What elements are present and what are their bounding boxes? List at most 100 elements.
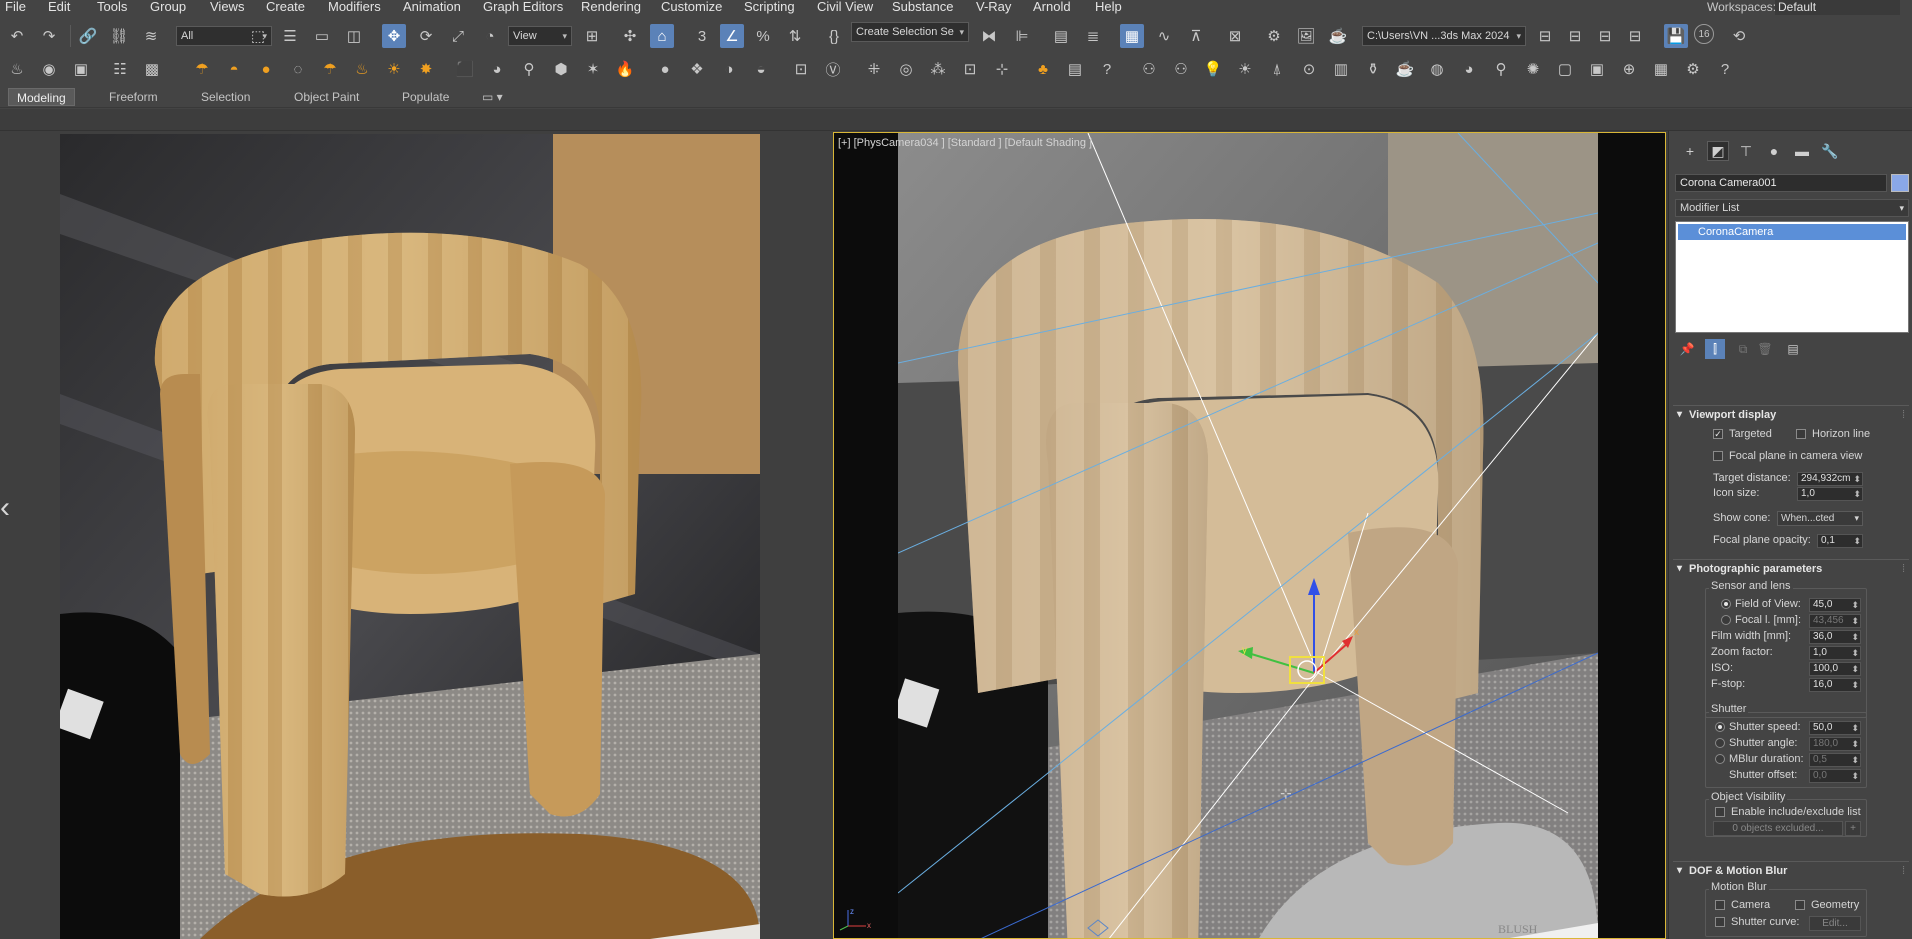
lamp-icon[interactable]: ⚙ <box>1681 57 1705 81</box>
tags-icon[interactable]: ▩ <box>140 57 164 81</box>
rollout-viewport-display[interactable]: Viewport display⁞ <box>1673 405 1909 424</box>
snap-target-icon[interactable]: ◎ <box>894 57 918 81</box>
zoom-factor-spinner[interactable]: 1,0 <box>1809 646 1861 660</box>
edit-named-selection-icon[interactable]: {} <box>822 24 846 48</box>
sun-sphere-icon[interactable]: ● <box>254 57 278 81</box>
teapot-render-icon[interactable]: ☕ <box>1393 57 1417 81</box>
toggle-ribbon-icon[interactable]: ▦ <box>1120 24 1144 48</box>
grid-snap-icon[interactable]: ⊹ <box>990 57 1014 81</box>
include-exclude-checkbox[interactable] <box>1715 807 1725 817</box>
percent-snap-icon[interactable]: % <box>751 24 775 48</box>
named-selection-dropdown[interactable]: Create Selection Se ▾ <box>851 22 969 42</box>
layer-explorer-icon[interactable]: ≣ <box>1081 24 1105 48</box>
film-width-spinner[interactable]: 36,0 <box>1809 630 1861 644</box>
hierarchy-tab-icon[interactable]: ⊤ <box>1735 141 1757 161</box>
bulb-icon[interactable]: 💡 <box>1201 57 1225 81</box>
box-primitive-icon[interactable]: ⬛ <box>453 57 477 81</box>
fov-spinner[interactable]: 45,0 <box>1809 598 1861 612</box>
shutter-curve-edit-button[interactable]: Edit... <box>1809 916 1861 931</box>
shutter-curve-checkbox[interactable] <box>1715 917 1725 927</box>
focal-plane-checkbox[interactable] <box>1713 451 1723 461</box>
menu-scripting[interactable]: Scripting <box>744 0 795 15</box>
menu-help[interactable]: Help <box>1095 0 1122 15</box>
light-icon-2[interactable]: ◓ <box>222 57 246 81</box>
project-icon-3[interactable]: ⊟ <box>1593 24 1617 48</box>
scatter-icon[interactable]: ⁂ <box>926 57 950 81</box>
add-excluded-button[interactable]: + <box>1845 821 1861 836</box>
project-icon-2[interactable]: ⊟ <box>1563 24 1587 48</box>
select-manipulate-icon[interactable]: ✣ <box>618 24 642 48</box>
iso-spinner[interactable]: 100,0 <box>1809 662 1861 676</box>
fov-radio[interactable] <box>1721 599 1731 609</box>
rendered-frame-window-icon[interactable]: 🖼 <box>1294 24 1318 48</box>
focal-length-radio[interactable] <box>1721 615 1731 625</box>
globe-icon[interactable]: ◍ <box>1425 57 1449 81</box>
blank-icon[interactable]: ◌ <box>286 57 310 81</box>
angle-snap-icon[interactable]: ∠ <box>720 24 744 48</box>
export-icon[interactable]: ⊡ <box>789 57 813 81</box>
select-rotate-icon[interactable]: ⟳ <box>414 24 438 48</box>
spinner-snap-icon[interactable]: ⇅ <box>783 24 807 48</box>
camera-icon[interactable]: ⚲ <box>517 57 541 81</box>
refresh-icon[interactable]: ⟲ <box>1727 24 1751 48</box>
material-slate-icon[interactable]: ◑ <box>717 57 741 81</box>
unlink-icon[interactable]: ⛓ <box>107 24 131 48</box>
bottle-icon[interactable]: ⚱ <box>1361 57 1385 81</box>
material-library-icon[interactable]: ◒ <box>749 57 773 81</box>
fstop-spinner[interactable]: 16,0 <box>1809 678 1861 692</box>
stack-item-corona-camera[interactable]: CoronaCamera <box>1678 224 1906 240</box>
image-icon[interactable]: ▣ <box>1585 57 1609 81</box>
sphere-primitive-icon[interactable]: ◕ <box>485 57 509 81</box>
object-color-swatch[interactable] <box>1891 174 1909 192</box>
menu-group[interactable]: Group <box>150 0 186 15</box>
workspace-dropdown[interactable]: Default <box>1775 0 1900 15</box>
save-icon[interactable]: 💾 <box>1664 24 1688 48</box>
horizon-line-checkbox[interactable] <box>1796 429 1806 439</box>
menu-arnold[interactable]: Arnold <box>1033 0 1071 15</box>
create-tab-icon[interactable]: + <box>1679 141 1701 161</box>
rollout-photographic-parameters[interactable]: Photographic parameters⁞ <box>1673 559 1909 578</box>
menu-vray[interactable]: V-Ray <box>976 0 1011 15</box>
menu-file[interactable]: File <box>5 0 26 15</box>
teapot-icon[interactable]: ♨ <box>5 57 29 81</box>
spot-light-icon[interactable]: ☂ <box>318 57 342 81</box>
shutter-speed-radio[interactable] <box>1715 722 1725 732</box>
object-name-field[interactable]: Corona Camera001 <box>1675 174 1887 192</box>
corona-icon-1[interactable]: ⚇ <box>1137 57 1161 81</box>
select-scale-icon[interactable]: ⤢ <box>446 24 470 48</box>
focal-length-spinner[interactable]: 43,456 <box>1809 614 1861 628</box>
box-icon[interactable]: ▣ <box>69 57 93 81</box>
tab-freeform[interactable]: Freeform <box>101 88 166 106</box>
chaos-icon[interactable]: ⊙ <box>1297 57 1321 81</box>
motion-blur-geometry-checkbox[interactable] <box>1795 900 1805 910</box>
menu-edit[interactable]: Edit <box>48 0 70 15</box>
mblur-duration-radio[interactable] <box>1715 754 1725 764</box>
targeted-checkbox[interactable]: ✓ <box>1713 429 1723 439</box>
icon-size-spinner[interactable]: 1,0 <box>1797 487 1863 501</box>
align-icon[interactable]: ⊫ <box>1010 24 1034 48</box>
material-ball-icon[interactable]: ● <box>653 57 677 81</box>
target-distance-spinner[interactable]: 294,932cm <box>1797 472 1863 486</box>
menu-graph-editors[interactable]: Graph Editors <box>483 0 563 15</box>
menu-modifiers[interactable]: Modifiers <box>328 0 381 15</box>
menu-views[interactable]: Views <box>210 0 244 15</box>
bind-space-warp-icon[interactable]: ≋ <box>139 24 163 48</box>
crosshair-icon[interactable]: ⊕ <box>1617 57 1641 81</box>
project-icon-4[interactable]: ⊟ <box>1623 24 1647 48</box>
ref-coord-dropdown[interactable]: View ▾ <box>508 26 572 46</box>
pin-stack-icon[interactable]: 📌 <box>1677 339 1697 359</box>
render-teapot-icon[interactable]: ☕ <box>1326 24 1350 48</box>
sphere-light-icon[interactable]: ◉ <box>37 57 61 81</box>
select-object-icon[interactable]: ⬚ <box>246 24 270 48</box>
vray-logo-icon[interactable]: Ⓥ <box>821 57 845 81</box>
menu-rendering[interactable]: Rendering <box>581 0 641 15</box>
motion-blur-camera-checkbox[interactable] <box>1715 900 1725 910</box>
menu-substance[interactable]: Substance <box>892 0 953 15</box>
select-place-icon[interactable]: ◔ <box>478 24 502 48</box>
sun-icon[interactable]: ☀ <box>382 57 406 81</box>
redo-icon[interactable]: ↷ <box>37 24 61 48</box>
undo-icon[interactable]: ↶ <box>5 24 29 48</box>
show-cone-dropdown[interactable]: When...cted <box>1777 511 1863 526</box>
mblur-duration-spinner[interactable]: 0,5 <box>1809 753 1861 767</box>
menu-customize[interactable]: Customize <box>661 0 722 15</box>
